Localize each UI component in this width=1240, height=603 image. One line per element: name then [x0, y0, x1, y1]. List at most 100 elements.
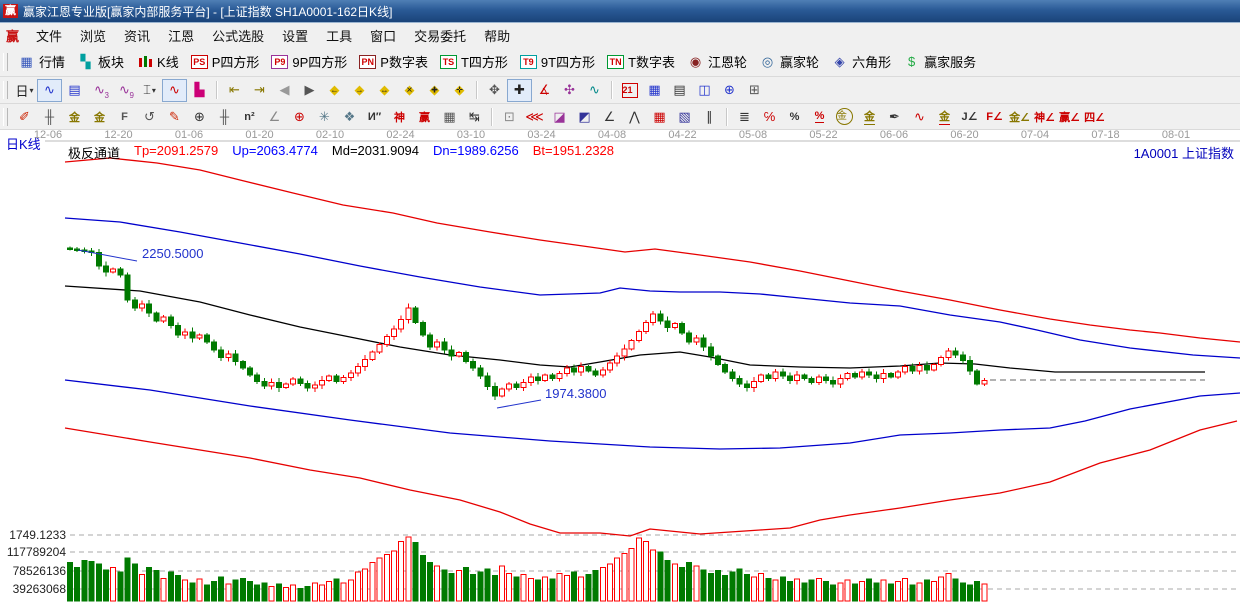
shen-tool-icon[interactable]: 神 [388, 106, 411, 127]
menu-item-1[interactable]: 浏览 [71, 24, 115, 47]
save-icon[interactable]: ◫ [693, 80, 716, 101]
j-angle-icon[interactable]: J∠ [958, 106, 981, 127]
gann-fan-icon[interactable]: ⋘ [523, 106, 546, 127]
t-number-button[interactable]: TNT数字表 [601, 50, 681, 73]
zoom-out-all-icon[interactable]: ◆✚ [423, 80, 446, 101]
grid-123-icon[interactable]: ▦ [438, 106, 461, 127]
candle-type-selector[interactable]: ⌶▾ [138, 80, 161, 101]
cycle-draw-icon[interactable]: ∿ [583, 80, 606, 101]
gold-section-icon[interactable]: 金 [833, 106, 856, 127]
comb-grid-icon[interactable]: ╫ [213, 106, 236, 127]
f-grid-icon[interactable]: F [113, 106, 136, 127]
p9-square-button[interactable]: P99P四方形 [265, 50, 353, 73]
volume-bar [478, 572, 483, 601]
freehand-draw-icon[interactable]: ∿ [38, 80, 61, 101]
wave-band-icon[interactable]: ∿ [908, 106, 931, 127]
zoom-out-x-icon[interactable]: ◆↔ [373, 80, 396, 101]
period-selector[interactable]: 日▾ [13, 80, 36, 101]
scale-list-icon[interactable]: ≣ [733, 106, 756, 127]
sectors-button[interactable]: ▚板块 [71, 50, 130, 73]
spider-web-icon[interactable]: ✳ [313, 106, 336, 127]
parallel-lines-icon[interactable]: ∥ [698, 106, 721, 127]
f-angle-icon[interactable]: F∠ [983, 106, 1006, 127]
percent-icon[interactable]: % [783, 106, 806, 127]
hspan-arrows-icon[interactable]: ↹ [463, 106, 486, 127]
trend-angle-icon[interactable]: ∠ [598, 106, 621, 127]
candle [788, 376, 793, 380]
angle-ruler-icon[interactable]: ∠ [263, 106, 286, 127]
target-circle-icon[interactable]: ⊕ [288, 106, 311, 127]
shen-angle-icon[interactable]: 神∠ [1033, 106, 1056, 127]
gold-line-icon[interactable]: 金 [858, 106, 881, 127]
wave-9-icon[interactable]: ∿9 [113, 80, 136, 101]
candle [867, 372, 872, 375]
winner-service-button[interactable]: $赢家服务 [897, 50, 982, 73]
scroll-right-icon[interactable]: ◆→ [348, 80, 371, 101]
candle [608, 363, 613, 370]
fractal-mark-icon[interactable]: И″ [363, 106, 386, 127]
n-square-icon[interactable]: n² [238, 106, 261, 127]
volume-profile-icon[interactable]: ▙ [188, 80, 211, 101]
ying-tool-icon[interactable]: 赢 [413, 106, 436, 127]
first-page-icon[interactable]: ⇤ [223, 80, 246, 101]
spiral-icon[interactable]: ↺ [138, 106, 161, 127]
red-pattern-icon[interactable]: ∿ [163, 80, 186, 101]
calendar-icon[interactable]: 21 [618, 80, 641, 101]
flag-pen-icon[interactable]: ✒ [883, 106, 906, 127]
fan-box-2-icon[interactable]: ◩ [573, 106, 596, 127]
gold-angle-icon[interactable]: 金∠ [1008, 106, 1031, 127]
quotes-button[interactable]: ▦行情 [12, 50, 71, 73]
grid-tool-icon[interactable]: ╫ [38, 106, 61, 127]
fan-box-icon[interactable]: ◪ [548, 106, 571, 127]
grid-arrow-icon[interactable]: ▧ [673, 106, 696, 127]
web-box-icon[interactable]: ❖ [338, 106, 361, 127]
notes-icon[interactable]: ▤ [63, 80, 86, 101]
four-angle-icon[interactable]: 四∠ [1083, 106, 1106, 127]
percent-zone-icon[interactable]: ℅ [758, 106, 781, 127]
report-icon[interactable]: ▤ [668, 80, 691, 101]
menu-item-6[interactable]: 工具 [317, 24, 361, 47]
gann-shape-icon[interactable]: ✣ [558, 80, 581, 101]
menu-item-9[interactable]: 帮助 [475, 24, 519, 47]
gann-circle-icon[interactable]: ⊕ [188, 106, 211, 127]
zigzag-lines-icon[interactable]: ⋀ [623, 106, 646, 127]
menu-item-8[interactable]: 交易委托 [405, 24, 475, 47]
measure-box-icon[interactable]: ⊡ [498, 106, 521, 127]
t-square-button[interactable]: TST四方形 [434, 50, 514, 73]
gann-wheel-button[interactable]: ◉江恩轮 [681, 50, 753, 73]
menu-item-0[interactable]: 文件 [27, 24, 71, 47]
kline-button[interactable]: K线 [130, 50, 185, 73]
p-square-button[interactable]: PSP四方形 [185, 50, 266, 73]
ying-angle-icon[interactable]: 赢∠ [1058, 106, 1081, 127]
gold-grid-2-icon[interactable]: 金 [88, 106, 111, 127]
prev-bar-icon[interactable]: ◀ [273, 80, 296, 101]
gold-grid-icon[interactable]: 金 [63, 106, 86, 127]
last-page-icon[interactable]: ⇥ [248, 80, 271, 101]
zoom-in-all-icon[interactable]: ◆✛ [448, 80, 471, 101]
calculator-icon[interactable]: ▦ [643, 80, 666, 101]
pan-hand-icon[interactable]: ✥ [483, 80, 506, 101]
menu-item-3[interactable]: 江恩 [159, 24, 203, 47]
wave-3-icon[interactable]: ∿3 [88, 80, 111, 101]
menu-item-2[interactable]: 资讯 [115, 24, 159, 47]
percent-line-icon[interactable]: % [808, 106, 831, 127]
crosshair-icon[interactable]: ✚ [508, 80, 531, 101]
menu-item-5[interactable]: 设置 [273, 24, 317, 47]
next-bar-icon[interactable]: ▶ [298, 80, 321, 101]
hexagon-button[interactable]: ◈六角形 [825, 50, 897, 73]
zoom-in-x-icon[interactable]: ◆✕ [398, 80, 421, 101]
network-icon[interactable]: ⊕ [718, 80, 741, 101]
menu-item-4[interactable]: 公式选股 [203, 24, 273, 47]
p-number-button[interactable]: PNP数字表 [353, 50, 434, 73]
red-grid-icon[interactable]: ▦ [648, 106, 671, 127]
kline-chart[interactable]: 12-0612-2001-0601-2002-1002-2403-1003-24… [0, 130, 1240, 603]
gold-angle-base-icon[interactable]: 金 [933, 106, 956, 127]
menu-item-7[interactable]: 窗口 [361, 24, 405, 47]
angle-tool-icon[interactable]: ∡ [533, 80, 556, 101]
winner-wheel-button[interactable]: ◎赢家轮 [753, 50, 825, 73]
brush-tool-icon[interactable]: ✐ [13, 106, 36, 127]
scroll-left-icon[interactable]: ◆← [323, 80, 346, 101]
t9-square-button[interactable]: T99T四方形 [514, 50, 601, 73]
pen-grid-icon[interactable]: ✎ [163, 106, 186, 127]
remote-service-icon[interactable]: ⊞ [743, 80, 766, 101]
